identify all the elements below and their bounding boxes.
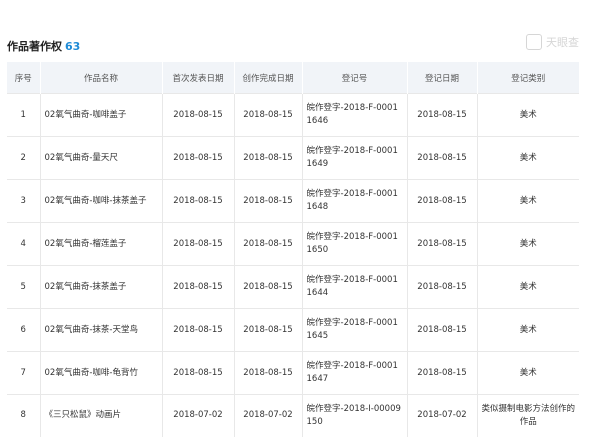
cell-work-name: 02氧气曲奇-榴莲盖子 [40, 222, 163, 266]
cell-work-name: 02氧气曲奇-抹茶盖子 [40, 265, 163, 309]
watermark-text: 天眼查 [546, 36, 579, 49]
cell-serial: 7 [7, 351, 41, 395]
cell-registration-date: 2018-08-15 [407, 179, 478, 223]
cell-first-published: 2018-08-15 [162, 265, 235, 309]
cell-completed: 2018-08-15 [234, 136, 303, 180]
cell-completed: 2018-08-15 [234, 222, 303, 266]
cell-completed: 2018-08-15 [234, 351, 303, 395]
table-row: 5 02氧气曲奇-抹茶盖子 2018-08-15 2018-08-15 皖作登字… [7, 265, 579, 309]
cell-serial: 1 [7, 93, 41, 137]
cell-first-published: 2018-08-15 [162, 308, 235, 352]
table-header: 序号 作品名称 首次发表日期 创作完成日期 登记号 登记日期 登记类别 [7, 62, 579, 94]
cell-serial: 8 [7, 394, 41, 437]
section-header: 作品著作权 63 天眼查 [0, 0, 597, 62]
cell-registration-date: 2018-08-15 [407, 308, 478, 352]
cell-work-name: 02氧气曲奇-量天尺 [40, 136, 163, 180]
cell-category: 美术 [477, 265, 579, 309]
cell-category: 美术 [477, 222, 579, 266]
cell-registration-no: 皖作登字-2018-F-00011650 [302, 222, 408, 266]
cell-first-published: 2018-08-15 [162, 136, 235, 180]
watermark-logo: 天眼查 [526, 33, 579, 51]
table-row: 1 02氧气曲奇-咖啡盖子 2018-08-15 2018-08-15 皖作登字… [7, 93, 579, 137]
cell-registration-date: 2018-08-15 [407, 136, 478, 180]
cell-registration-date: 2018-08-15 [407, 222, 478, 266]
cell-registration-date: 2018-08-15 [407, 351, 478, 395]
cell-category: 类似摄制电影方法创作的作品 [477, 394, 579, 437]
cell-work-name: 02氧气曲奇-咖啡盖子 [40, 93, 163, 137]
cell-registration-date: 2018-07-02 [407, 394, 478, 437]
column-header-category: 登记类别 [477, 62, 579, 94]
cell-category: 美术 [477, 308, 579, 352]
cell-work-name: 02氧气曲奇-抹茶-天堂鸟 [40, 308, 163, 352]
cell-serial: 2 [7, 136, 41, 180]
cell-category: 美术 [477, 136, 579, 180]
column-header-registration-date: 登记日期 [407, 62, 478, 94]
table-row: 4 02氧气曲奇-榴莲盖子 2018-08-15 2018-08-15 皖作登字… [7, 222, 579, 266]
copyright-count-badge: 63 [65, 40, 81, 53]
cell-registration-no: 皖作登字-2018-I-00009150 [302, 394, 408, 437]
cell-registration-no: 皖作登字-2018-F-00011649 [302, 136, 408, 180]
cell-completed: 2018-08-15 [234, 265, 303, 309]
table-row: 2 02氧气曲奇-量天尺 2018-08-15 2018-08-15 皖作登字-… [7, 136, 579, 180]
cell-registration-date: 2018-08-15 [407, 265, 478, 309]
column-header-first-published: 首次发表日期 [162, 62, 235, 94]
cell-completed: 2018-07-02 [234, 394, 303, 437]
cell-serial: 6 [7, 308, 41, 352]
cell-serial: 5 [7, 265, 41, 309]
cell-category: 美术 [477, 351, 579, 395]
cell-completed: 2018-08-15 [234, 308, 303, 352]
copyright-table: 序号 作品名称 首次发表日期 创作完成日期 登记号 登记日期 登记类别 1 02… [7, 62, 579, 437]
watermark-icon [526, 34, 542, 50]
table-row: 3 02氧气曲奇-咖啡-抹茶盖子 2018-08-15 2018-08-15 皖… [7, 179, 579, 223]
section-title-text: 作品著作权 [7, 40, 62, 53]
cell-serial: 4 [7, 222, 41, 266]
table-row: 6 02氧气曲奇-抹茶-天堂鸟 2018-08-15 2018-08-15 皖作… [7, 308, 579, 352]
column-header-serial: 序号 [7, 62, 41, 94]
cell-registration-no: 皖作登字-2018-F-00011645 [302, 308, 408, 352]
cell-first-published: 2018-07-02 [162, 394, 235, 437]
cell-registration-no: 皖作登字-2018-F-00011644 [302, 265, 408, 309]
cell-category: 美术 [477, 179, 579, 223]
cell-first-published: 2018-08-15 [162, 222, 235, 266]
cell-registration-no: 皖作登字-2018-F-00011646 [302, 93, 408, 137]
table-row: 7 02氧气曲奇-咖啡-龟背竹 2018-08-15 2018-08-15 皖作… [7, 351, 579, 395]
cell-serial: 3 [7, 179, 41, 223]
cell-registration-no: 皖作登字-2018-F-00011647 [302, 351, 408, 395]
cell-registration-date: 2018-08-15 [407, 93, 478, 137]
cell-first-published: 2018-08-15 [162, 179, 235, 223]
section-title: 作品著作权 63 [7, 38, 80, 54]
cell-work-name: 《三只松鼠》动画片 [40, 394, 163, 437]
cell-first-published: 2018-08-15 [162, 93, 235, 137]
cell-completed: 2018-08-15 [234, 93, 303, 137]
cell-first-published: 2018-08-15 [162, 351, 235, 395]
cell-completed: 2018-08-15 [234, 179, 303, 223]
column-header-work-name: 作品名称 [40, 62, 163, 94]
column-header-completed: 创作完成日期 [234, 62, 303, 94]
cell-work-name: 02氧气曲奇-咖啡-龟背竹 [40, 351, 163, 395]
column-header-registration-no: 登记号 [302, 62, 408, 94]
cell-work-name: 02氧气曲奇-咖啡-抹茶盖子 [40, 179, 163, 223]
cell-category: 美术 [477, 93, 579, 137]
cell-registration-no: 皖作登字-2018-F-00011648 [302, 179, 408, 223]
table-row: 8 《三只松鼠》动画片 2018-07-02 2018-07-02 皖作登字-2… [7, 394, 579, 437]
